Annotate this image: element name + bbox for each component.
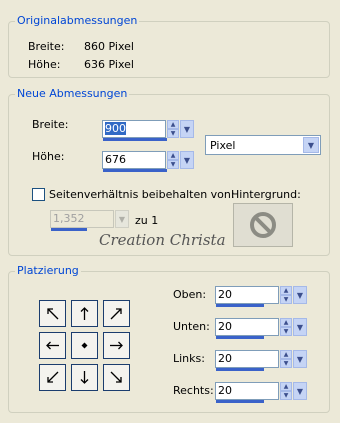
top-spinbox[interactable]: 20 ▲ ▼ ▼ [215, 286, 307, 307]
original-height-value: 636 Pixel [84, 58, 134, 71]
width-spinbox[interactable]: 900 ▲ ▼ ▼ [102, 120, 194, 141]
arrow-down-icon [80, 371, 89, 384]
ratio-input-value: 1,352 [53, 212, 85, 225]
arrow-up-icon [80, 307, 89, 320]
width-down-arrow-icon[interactable]: ▼ [167, 129, 179, 138]
bottom-label: Unten: [173, 320, 210, 333]
right-input-value: 20 [218, 384, 232, 397]
placement-legend: Platzierung [15, 264, 81, 277]
anchor-top-center[interactable] [71, 300, 98, 327]
new-width-label: Breite: [32, 118, 69, 131]
left-input[interactable]: 20 [215, 350, 279, 371]
top-slider-bar[interactable] [216, 304, 264, 307]
ratio-input: 1,352 [50, 210, 114, 231]
height-slider-bar[interactable] [103, 169, 167, 172]
background-label: Hintergrund: [231, 188, 301, 201]
left-down-arrow-icon[interactable]: ▼ [280, 359, 292, 368]
left-spinbox[interactable]: 20 ▲ ▼ ▼ [215, 350, 307, 371]
canvas-size-dialog: Originalabmessungen Breite: 860 Pixel Hö… [0, 0, 340, 423]
left-label: Links: [173, 352, 205, 365]
right-slider-bar[interactable] [216, 400, 264, 403]
arrow-down-right-icon [110, 371, 122, 383]
left-slider-bar[interactable] [216, 368, 264, 371]
aspect-ratio-checkbox[interactable] [32, 188, 45, 201]
bottom-up-arrow-icon[interactable]: ▲ [280, 318, 292, 327]
arrow-left-icon [46, 341, 59, 350]
original-width-label: Breite: [28, 40, 65, 53]
top-spin-arrows[interactable]: ▲ ▼ [280, 286, 292, 304]
top-up-arrow-icon[interactable]: ▲ [280, 286, 292, 295]
bottom-dropdown-icon[interactable]: ▼ [293, 318, 307, 336]
placement-group: Platzierung Oben: 20 ▲ ▼ ▼ Unten: 20 ▲ ▼… [8, 264, 330, 413]
top-label: Oben: [173, 288, 207, 301]
aspect-ratio-label[interactable]: Seitenverhältnis beibehalten von: [49, 188, 235, 201]
unit-select-value: Pixel [210, 139, 236, 152]
right-spin-arrows[interactable]: ▲ ▼ [280, 382, 292, 400]
anchor-bottom-left[interactable] [39, 364, 66, 391]
new-dimensions-group: Neue Abmessungen Breite: 900 ▲ ▼ ▼ Höhe:… [8, 87, 330, 256]
bottom-slider-bar[interactable] [216, 336, 264, 339]
ratio-suffix-label: zu 1 [135, 214, 159, 227]
arrow-up-left-icon [47, 308, 59, 320]
ratio-slider-bar [51, 228, 87, 231]
new-height-label: Höhe: [32, 150, 65, 163]
top-input[interactable]: 20 [215, 286, 279, 307]
watermark-text: Creation Christa [99, 231, 226, 249]
left-dropdown-icon[interactable]: ▼ [293, 350, 307, 368]
left-input-value: 20 [218, 352, 232, 365]
ratio-spinbox: 1,352 ▼ [50, 210, 129, 231]
width-up-arrow-icon[interactable]: ▲ [167, 120, 179, 129]
top-down-arrow-icon[interactable]: ▼ [280, 295, 292, 304]
arrow-down-left-icon [47, 371, 59, 383]
left-spin-arrows[interactable]: ▲ ▼ [280, 350, 292, 368]
width-input-value: 900 [105, 122, 126, 135]
top-dropdown-icon[interactable]: ▼ [293, 286, 307, 304]
bottom-down-arrow-icon[interactable]: ▼ [280, 327, 292, 336]
anchor-top-right[interactable] [103, 300, 130, 327]
arrow-up-right-icon [110, 308, 122, 320]
height-dropdown-icon[interactable]: ▼ [180, 151, 194, 169]
original-height-label: Höhe: [28, 58, 61, 71]
arrow-right-icon [110, 341, 123, 350]
right-spinbox[interactable]: 20 ▲ ▼ ▼ [215, 382, 307, 403]
bottom-spinbox[interactable]: 20 ▲ ▼ ▼ [215, 318, 307, 339]
no-color-icon [250, 212, 276, 238]
anchor-top-left[interactable] [39, 300, 66, 327]
new-dimensions-legend: Neue Abmessungen [15, 87, 130, 100]
height-input[interactable]: 676 [102, 151, 167, 172]
width-input[interactable]: 900 [102, 120, 167, 141]
background-color-swatch[interactable] [233, 203, 293, 247]
width-spin-arrows[interactable]: ▲ ▼ [167, 120, 179, 138]
anchor-middle-left[interactable] [39, 332, 66, 359]
bottom-spin-arrows[interactable]: ▲ ▼ [280, 318, 292, 336]
top-input-value: 20 [218, 288, 232, 301]
right-dropdown-icon[interactable]: ▼ [293, 382, 307, 400]
height-down-arrow-icon[interactable]: ▼ [167, 160, 179, 169]
original-dimensions-group: Originalabmessungen Breite: 860 Pixel Hö… [8, 14, 330, 78]
original-width-value: 860 Pixel [84, 40, 134, 53]
height-up-arrow-icon[interactable]: ▲ [167, 151, 179, 160]
anchor-bottom-right[interactable] [103, 364, 130, 391]
anchor-center[interactable] [71, 332, 98, 359]
height-spinbox[interactable]: 676 ▲ ▼ ▼ [102, 151, 194, 172]
original-dimensions-legend: Originalabmessungen [15, 14, 140, 27]
bottom-input-value: 20 [218, 320, 232, 333]
height-input-value: 676 [105, 153, 126, 166]
unit-select[interactable]: Pixel ▼ [205, 135, 321, 155]
ratio-dropdown-icon: ▼ [115, 210, 129, 228]
right-up-arrow-icon[interactable]: ▲ [280, 382, 292, 391]
anchor-middle-right[interactable] [103, 332, 130, 359]
right-label: Rechts: [173, 384, 214, 397]
anchor-bottom-center[interactable] [71, 364, 98, 391]
unit-select-arrow-icon[interactable]: ▼ [303, 137, 319, 153]
height-spin-arrows[interactable]: ▲ ▼ [167, 151, 179, 169]
left-up-arrow-icon[interactable]: ▲ [280, 350, 292, 359]
right-input[interactable]: 20 [215, 382, 279, 403]
right-down-arrow-icon[interactable]: ▼ [280, 391, 292, 400]
center-diamond-icon [81, 342, 88, 349]
width-dropdown-icon[interactable]: ▼ [180, 120, 194, 138]
bottom-input[interactable]: 20 [215, 318, 279, 339]
width-slider-bar[interactable] [103, 138, 167, 141]
